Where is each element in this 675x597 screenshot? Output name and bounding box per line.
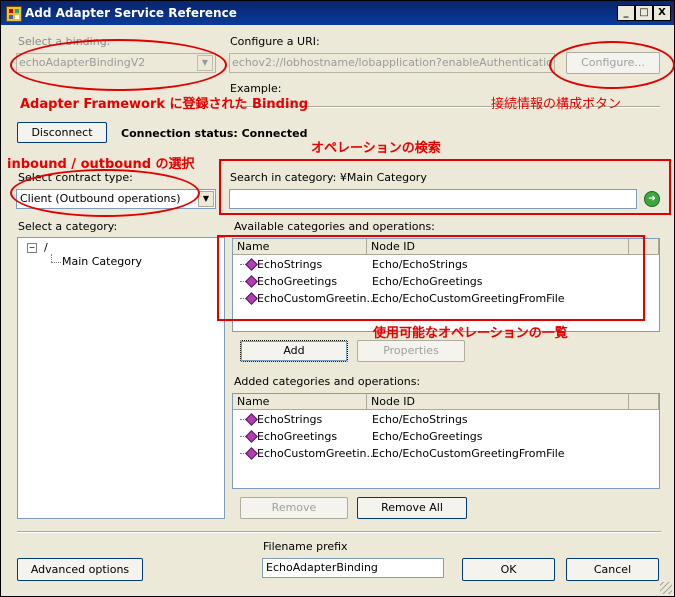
tree-root-label[interactable]: / bbox=[44, 241, 48, 254]
operation-node-id: Echo/EchoStrings bbox=[372, 413, 468, 426]
operation-name: EchoGreetings bbox=[257, 430, 338, 443]
add-button[interactable]: Add bbox=[240, 340, 348, 362]
operation-name: EchoCustomGreetin... bbox=[257, 447, 378, 460]
footer-separator bbox=[17, 531, 661, 533]
minimize-button[interactable]: _ bbox=[617, 5, 635, 21]
uri-value: echov2://lobhostname/lobapplication?enab… bbox=[232, 56, 555, 69]
app-icon bbox=[6, 6, 22, 22]
added-label: Added categories and operations: bbox=[234, 375, 421, 388]
search-input[interactable] bbox=[229, 189, 637, 209]
maximize-button[interactable]: □ bbox=[635, 5, 653, 21]
operation-node-id: Echo/EchoCustomGreetingFromFile bbox=[372, 447, 565, 460]
list-item[interactable]: EchoStrings Echo/EchoStrings bbox=[233, 411, 659, 428]
available-label: Available categories and operations: bbox=[234, 220, 435, 233]
tree-connector bbox=[51, 254, 52, 262]
tree-item-main-category[interactable]: Main Category bbox=[62, 255, 142, 268]
cancel-button[interactable]: Cancel bbox=[566, 558, 659, 581]
list-item[interactable]: EchoCustomGreetin... Echo/EchoCustomGree… bbox=[233, 445, 659, 462]
remove-all-button[interactable]: Remove All bbox=[357, 497, 467, 519]
close-button[interactable]: X bbox=[653, 5, 671, 21]
annotation-configure: 接続情報の構成ボタン bbox=[491, 97, 622, 112]
operation-node-id: Echo/EchoGreetings bbox=[372, 430, 483, 443]
search-label: Search in category: ¥Main Category bbox=[230, 171, 427, 184]
operation-name: EchoStrings bbox=[257, 413, 323, 426]
annotation-available: 使用可能なオペレーションの一覧 bbox=[373, 326, 568, 341]
annotation-search: オペレーションの検索 bbox=[311, 141, 441, 156]
filename-prefix-input[interactable]: EchoAdapterBinding bbox=[262, 558, 444, 578]
advanced-options-button[interactable]: Advanced options bbox=[17, 558, 143, 581]
configure-highlight-ellipse bbox=[549, 41, 675, 89]
window-title: Add Adapter Service Reference bbox=[25, 6, 237, 20]
binding-highlight-ellipse bbox=[10, 39, 227, 91]
disconnect-button[interactable]: Disconnect bbox=[17, 122, 107, 143]
filename-prefix-value: EchoAdapterBinding bbox=[266, 561, 378, 574]
connection-status: Connection status: Connected bbox=[121, 127, 308, 140]
category-tree[interactable]: − / Main Category bbox=[17, 237, 225, 519]
ok-button[interactable]: OK bbox=[462, 558, 555, 581]
added-operations-list[interactable]: Name Node ID EchoStrings Echo/EchoString… bbox=[232, 393, 660, 489]
category-label: Select a category: bbox=[18, 220, 118, 233]
operation-icon bbox=[240, 432, 255, 441]
list-item[interactable]: EchoGreetings Echo/EchoGreetings bbox=[233, 428, 659, 445]
title-bar: Add Adapter Service Reference _ □ X bbox=[1, 1, 674, 25]
contract-highlight-ellipse bbox=[10, 169, 200, 217]
operation-icon bbox=[240, 415, 255, 424]
column-header-spacer bbox=[629, 394, 659, 410]
add-adapter-service-reference-dialog: Add Adapter Service Reference _ □ X Sele… bbox=[0, 0, 675, 597]
available-highlight-rect bbox=[217, 235, 645, 321]
operation-icon bbox=[240, 449, 255, 458]
uri-label: Configure a URI: bbox=[230, 35, 320, 48]
remove-button[interactable]: Remove bbox=[240, 497, 348, 519]
tree-connector-h bbox=[51, 262, 61, 263]
resize-grip-icon[interactable] bbox=[660, 582, 672, 594]
annotation-binding: Adapter Framework に登録された Binding bbox=[20, 97, 308, 112]
collapse-icon[interactable]: − bbox=[27, 243, 37, 253]
column-header-node-id[interactable]: Node ID bbox=[367, 394, 629, 410]
uri-input[interactable]: echov2://lobhostname/lobapplication?enab… bbox=[229, 53, 555, 73]
search-go-icon[interactable]: ➜ bbox=[644, 191, 660, 207]
properties-button[interactable]: Properties bbox=[357, 340, 465, 362]
chevron-down-icon: ▼ bbox=[198, 191, 214, 207]
filename-prefix-label: Filename prefix bbox=[263, 540, 348, 553]
column-header-name[interactable]: Name bbox=[233, 394, 367, 410]
